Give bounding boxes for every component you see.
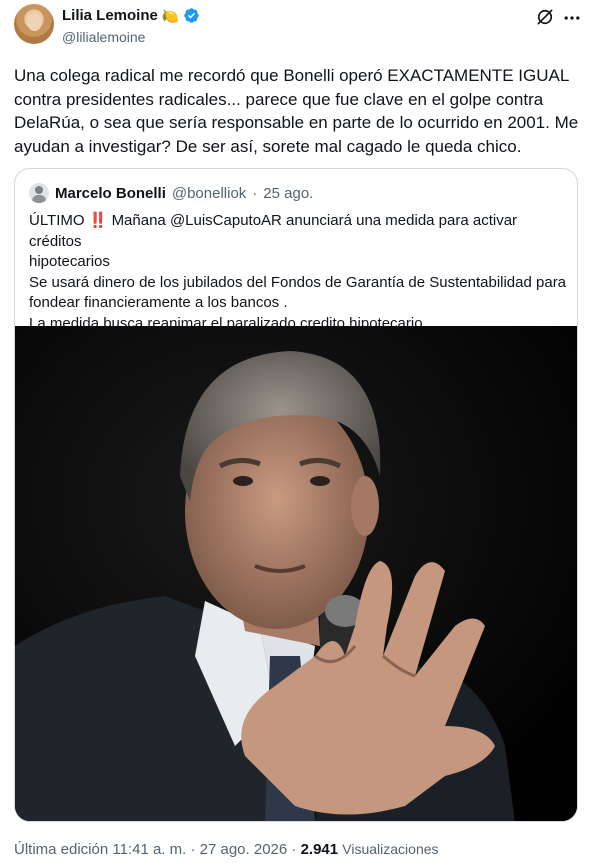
verified-badge-icon (184, 8, 200, 23)
quoted-tweet[interactable]: Marcelo Bonelli @bonelliok · 25 ago. ÚLT… (14, 168, 578, 822)
more-options-icon[interactable] (562, 8, 582, 28)
edited-timestamp[interactable]: Última edición 11:41 a. m. · 27 ago. 202… (14, 841, 296, 858)
author-name[interactable]: Lilia Lemoine (62, 7, 158, 24)
quoted-tweet-text: ÚLTIMO ‼️ Mañana @LuisCaputoAR anunciará… (29, 212, 567, 332)
views-count: 2.941 (300, 841, 339, 858)
quoted-tweet-header: Marcelo Bonelli @bonelliok · 25 ago. (29, 183, 313, 203)
tweet-text: Una colega radical me recordó que Bonell… (14, 66, 579, 156)
author-handle[interactable]: @lilialemoine (62, 29, 145, 45)
author-avatar[interactable] (14, 4, 54, 44)
quoted-tweet-photo[interactable] (15, 326, 578, 822)
tweet-footer: Última edición 11:41 a. m. · 27 ago. 202… (14, 841, 439, 858)
quoted-tweet-date[interactable]: 25 ago. (263, 185, 313, 202)
author-name-row: Lilia Lemoine 🍋 (62, 7, 200, 24)
quoted-author-name[interactable]: Marcelo Bonelli (55, 185, 166, 202)
lemon-emoji: 🍋 (161, 7, 180, 24)
grok-icon[interactable] (535, 7, 555, 27)
meta-separator: · (252, 184, 258, 202)
views-label: Visualizaciones (342, 841, 439, 857)
quoted-author-avatar[interactable] (29, 183, 49, 203)
quoted-author-handle[interactable]: @bonelliok (172, 185, 246, 202)
